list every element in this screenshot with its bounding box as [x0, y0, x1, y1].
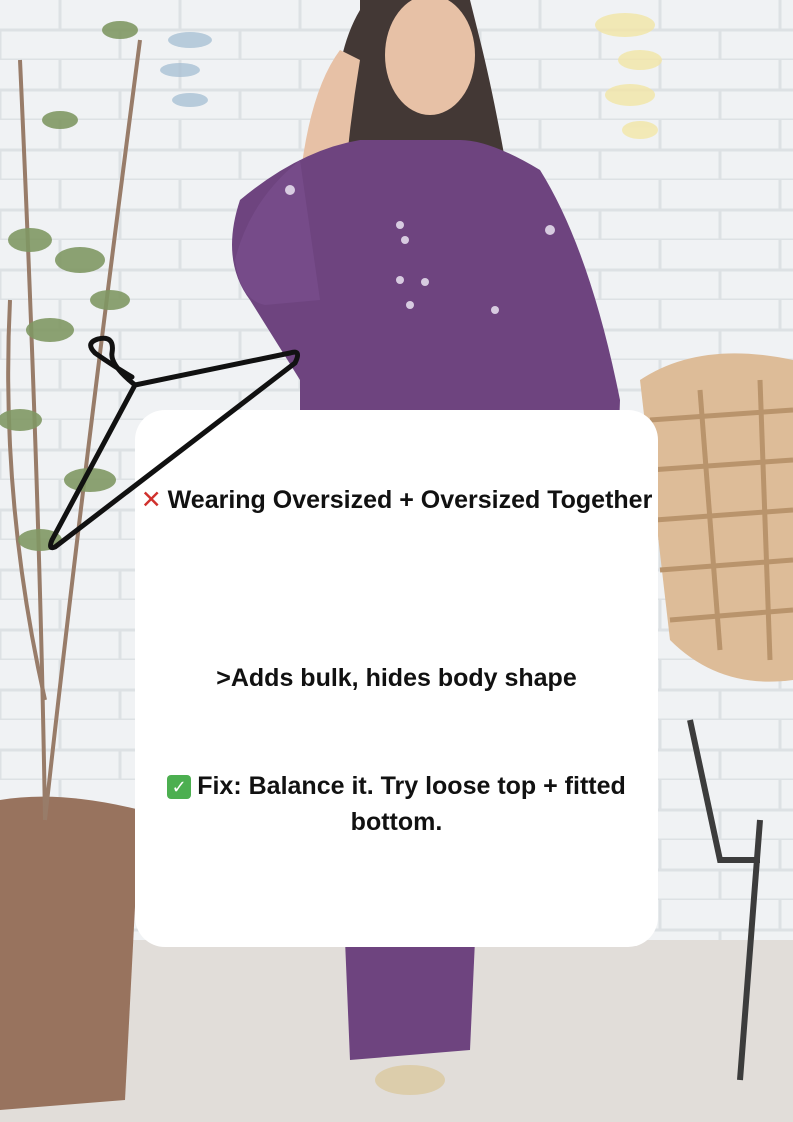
check-mark-icon: ✓ [167, 775, 192, 799]
problem-text: >Adds bulk, hides body shape [216, 664, 577, 692]
fix-text: Fix: Balance it. Try loose top + fitted … [197, 772, 626, 836]
clothes-hanger-icon [48, 335, 301, 551]
fix-line: ✓ Fix: Balance it. Try loose top + fitted… [135, 768, 658, 840]
